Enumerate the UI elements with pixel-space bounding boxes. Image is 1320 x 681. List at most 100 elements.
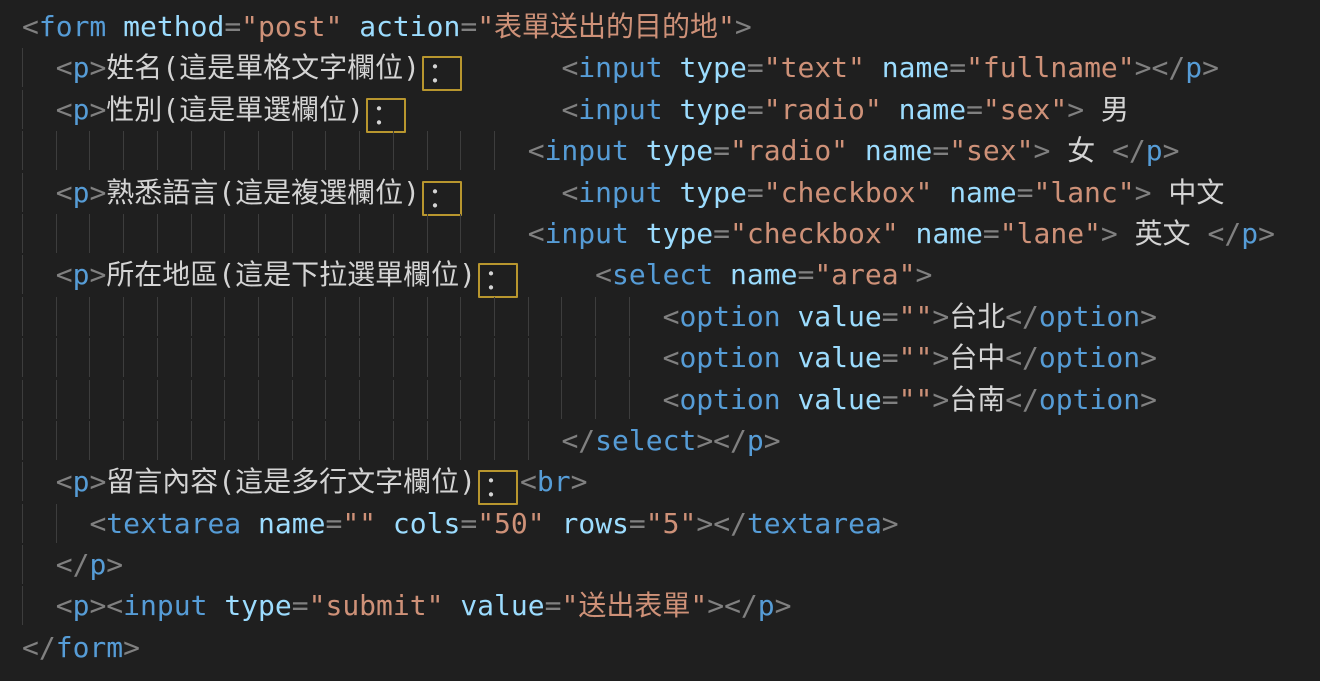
code-token: >: [1258, 217, 1275, 250]
code-token: [781, 300, 798, 333]
code-line: <p>熟悉語言(這是複選欄位)：<input type="checkbox" n…: [22, 172, 1320, 213]
indent-guide: [292, 421, 293, 460]
code-token: >: [89, 258, 106, 291]
code-token: type: [679, 93, 746, 126]
code-token: [629, 134, 646, 167]
code-token: [663, 51, 680, 84]
code-token: >: [707, 589, 724, 622]
indent-guide: [157, 214, 158, 253]
code-token: [22, 465, 56, 498]
code-token: <: [663, 341, 680, 374]
indent-guide: [258, 131, 259, 170]
indent-guide: [157, 131, 158, 170]
code-segment: <option value="">台南</option>: [663, 379, 1157, 420]
indent-guide: [157, 297, 158, 336]
code-token: p: [758, 589, 775, 622]
code-token: 性別(這是單選欄位): [106, 93, 364, 126]
indent-guide: [191, 380, 192, 419]
indent-guide: [22, 255, 23, 294]
indent-guide: [89, 214, 90, 253]
code-token: 中文: [1152, 176, 1225, 209]
code-token: option: [679, 300, 780, 333]
indent-guide: [22, 545, 23, 584]
code-token: </: [1005, 300, 1039, 333]
code-token: "radio": [730, 134, 848, 167]
code-token: =: [460, 507, 477, 540]
code-token: option: [679, 383, 780, 416]
indent-guide: [56, 214, 57, 253]
indent-guide: [561, 338, 562, 377]
indent-guide: [325, 421, 326, 460]
code-token: "": [342, 507, 376, 540]
unicode-highlight-box: ：: [478, 263, 518, 298]
indent-guide: [157, 380, 158, 419]
code-token: >: [123, 631, 140, 664]
code-token: =: [713, 217, 730, 250]
code-segment: <input type="checkbox" name="lane"> 英文 <…: [528, 213, 1275, 254]
code-token: [848, 134, 865, 167]
indent-guide: [528, 297, 529, 336]
indent-guide: [56, 131, 57, 170]
indent-guide: [561, 297, 562, 336]
code-token: =: [713, 134, 730, 167]
code-token: =: [966, 93, 983, 126]
code-segment: <option value="">台中</option>: [663, 337, 1157, 378]
code-token: >: [735, 10, 752, 43]
code-segment: <option value="">台北</option>: [663, 296, 1157, 337]
indent-guide: [427, 380, 428, 419]
indent-guide: [528, 338, 529, 377]
indent-guide: [292, 338, 293, 377]
code-token: <: [528, 217, 545, 250]
code-token: rows: [561, 507, 628, 540]
code-token: p: [747, 424, 764, 457]
code-token: <: [663, 300, 680, 333]
code-line: <option value="">台南</option>: [22, 379, 1320, 420]
indent-guide: [359, 214, 360, 253]
code-token: [22, 176, 56, 209]
code-token: =: [224, 10, 241, 43]
code-token: p: [73, 258, 90, 291]
indent-guide: [393, 131, 394, 170]
code-token: </: [56, 548, 90, 581]
code-token: [376, 507, 393, 540]
indent-guide: [123, 421, 124, 460]
code-token: [663, 93, 680, 126]
indent-guide: [494, 421, 495, 460]
code-token: value: [797, 341, 881, 374]
code-token: =: [460, 10, 477, 43]
code-editor[interactable]: <form method="post" action="表單送出的目的地"> <…: [0, 0, 1320, 681]
indent-guide: [460, 338, 461, 377]
code-token: =: [292, 589, 309, 622]
code-token: >: [696, 507, 713, 540]
code-token: >: [1034, 134, 1051, 167]
indent-guide: [494, 131, 495, 170]
code-token: >: [915, 258, 932, 291]
code-token: "sex": [983, 93, 1067, 126]
code-token: >: [932, 300, 949, 333]
code-token: 姓名(這是單格文字欄位): [106, 51, 420, 84]
code-token: method: [123, 10, 224, 43]
code-token: =: [1017, 176, 1034, 209]
indent-guide: [595, 380, 596, 419]
code-token: type: [224, 589, 291, 622]
code-token: [22, 589, 56, 622]
code-token: name: [949, 176, 1016, 209]
code-token: type: [646, 217, 713, 250]
indent-guide: [393, 297, 394, 336]
indent-guide: [22, 90, 23, 129]
code-token: "sex": [949, 134, 1033, 167]
code-token: [22, 51, 56, 84]
indent-guide: [123, 338, 124, 377]
unicode-highlight-box: ：: [478, 470, 518, 505]
indent-guide: [359, 131, 360, 170]
code-token: >: [89, 589, 106, 622]
code-token: textarea: [106, 507, 241, 540]
code-token: form: [39, 10, 106, 43]
indent-guide: [56, 338, 57, 377]
code-token: =: [797, 258, 814, 291]
code-token: "submit": [309, 589, 444, 622]
code-token: =: [747, 93, 764, 126]
code-token: <: [561, 51, 578, 84]
code-token: input: [578, 93, 662, 126]
indent-guide: [258, 214, 259, 253]
